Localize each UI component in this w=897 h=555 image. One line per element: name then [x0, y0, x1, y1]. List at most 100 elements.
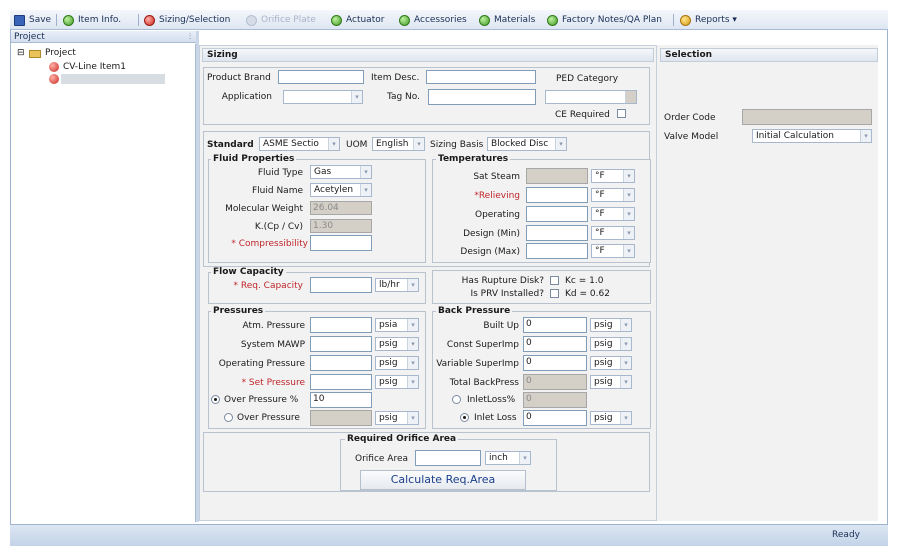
- orifice-area-label: Orifice Area: [355, 454, 409, 464]
- tree-collapse-icon[interactable]: ⊟: [17, 47, 25, 59]
- save-button[interactable]: Save: [14, 13, 51, 27]
- inlet-loss-unit-select[interactable]: psig ▾: [590, 411, 632, 425]
- orifice-plate-icon: [246, 14, 257, 26]
- operating-temp-field[interactable]: [526, 206, 588, 222]
- sizing-basis-label: Sizing Basis: [430, 140, 484, 150]
- capacity-unit-select[interactable]: lb/hr ▾: [375, 278, 419, 292]
- tree-line-item-1[interactable]: CV-Line Item1: [63, 61, 126, 73]
- folder-icon: [29, 50, 41, 58]
- built-up-unit-select[interactable]: psig ▾: [590, 318, 632, 332]
- pin-icon[interactable]: ⫶: [189, 31, 191, 43]
- dropdown-icon: ▾: [620, 357, 631, 369]
- item-info-button[interactable]: Item Info.: [63, 13, 121, 27]
- kc-value-label: Kc = 1.0: [565, 276, 604, 286]
- save-icon: [14, 14, 25, 26]
- operating-pressure-unit-select[interactable]: psig ▾: [375, 356, 419, 370]
- item-desc-field[interactable]: [426, 70, 536, 84]
- dropdown-icon: ▾: [407, 376, 418, 388]
- toolbar: Save Item Info. Sizing/Selection Orifice…: [10, 10, 888, 30]
- sizing-selection-icon: [144, 14, 155, 26]
- inlet-loss-pct-label: InletLoss%: [467, 395, 516, 405]
- ped-category-select[interactable]: [545, 90, 637, 104]
- accessories-icon: [399, 14, 410, 26]
- item-desc-label: Item Desc.: [371, 73, 420, 83]
- valve-model-label: Valve Model: [664, 132, 719, 142]
- tree-line-item-2-selected[interactable]: [61, 74, 165, 84]
- req-capacity-label: * Req. Capacity: [233, 281, 303, 291]
- application-select[interactable]: ▾: [283, 90, 363, 104]
- over-pressure-pct-radio[interactable]: [211, 395, 220, 404]
- calculate-req-area-button[interactable]: Calculate Req.Area: [360, 470, 526, 490]
- variable-superimp-unit-select[interactable]: psig ▾: [590, 356, 632, 370]
- sat-steam-unit-select[interactable]: °F ▾: [591, 169, 635, 183]
- prv-installed-checkbox[interactable]: [550, 289, 559, 298]
- over-pressure-radio[interactable]: [224, 413, 233, 422]
- factory-notes-button[interactable]: Factory Notes/QA Plan: [547, 13, 662, 27]
- design-max-label: Design (Max): [460, 247, 520, 257]
- temperatures-legend: Temperatures: [436, 154, 511, 164]
- ce-required-label: CE Required: [555, 110, 610, 120]
- actuator-button[interactable]: Actuator: [331, 13, 384, 27]
- inlet-loss-field[interactable]: 0: [523, 410, 587, 426]
- design-min-unit-select[interactable]: °F ▾: [591, 226, 635, 240]
- standard-select[interactable]: ASME Sectio ▾: [259, 137, 340, 151]
- atm-unit-select[interactable]: psia ▾: [375, 318, 419, 332]
- uom-select[interactable]: English ▾: [372, 137, 425, 151]
- sizing-basis-select[interactable]: Blocked Disc ▾: [487, 137, 567, 151]
- design-max-unit-select[interactable]: °F ▾: [591, 244, 635, 258]
- order-code-field: [742, 109, 872, 125]
- tag-no-field[interactable]: [428, 89, 536, 105]
- ce-required-checkbox[interactable]: [617, 109, 626, 118]
- dropdown-icon: ▾: [407, 319, 418, 331]
- operating-unit-select[interactable]: °F ▾: [591, 207, 635, 221]
- project-tree: ⊟ Project CV-Line Item1: [11, 44, 196, 522]
- design-max-field[interactable]: [526, 243, 588, 259]
- dropdown-icon: ▾: [623, 189, 634, 201]
- inlet-loss-radio[interactable]: [460, 413, 469, 422]
- orifice-unit-select[interactable]: inch ▾: [485, 451, 531, 465]
- reports-menu-button[interactable]: Reports ▾: [680, 13, 737, 27]
- dropdown-icon: ▾: [555, 138, 566, 150]
- orifice-area-field[interactable]: [415, 450, 481, 466]
- sizing-selection-button[interactable]: Sizing/Selection: [144, 13, 230, 27]
- system-mawp-field[interactable]: [310, 336, 372, 352]
- line-item-icon: [49, 62, 59, 72]
- variable-superimp-field[interactable]: 0: [523, 355, 587, 371]
- reports-icon: [680, 14, 691, 26]
- product-brand-field[interactable]: [278, 70, 364, 84]
- dropdown-icon: ▾: [360, 184, 371, 196]
- inlet-loss-pct-radio[interactable]: [452, 395, 461, 404]
- fluid-name-select[interactable]: Acetylen ▾: [310, 183, 372, 197]
- tree-project-root[interactable]: Project: [45, 47, 76, 59]
- design-min-field[interactable]: [526, 225, 588, 241]
- req-capacity-field[interactable]: [310, 277, 372, 293]
- over-pressure-unit-select[interactable]: psig ▾: [375, 411, 419, 425]
- compressibility-field[interactable]: [310, 235, 372, 251]
- standard-label: Standard: [207, 140, 254, 150]
- const-superimp-field[interactable]: 0: [523, 336, 587, 352]
- atm-pressure-field[interactable]: [310, 317, 372, 333]
- set-pressure-unit-select[interactable]: psig ▾: [375, 375, 419, 389]
- relieving-unit-select[interactable]: °F ▾: [591, 188, 635, 202]
- total-backpress-unit-select[interactable]: psig ▾: [590, 375, 632, 389]
- dropdown-icon: ▾: [620, 338, 631, 350]
- orifice-area-legend: Required Orifice Area: [345, 434, 459, 444]
- const-superimp-unit-select[interactable]: psig ▾: [590, 337, 632, 351]
- built-up-field[interactable]: 0: [523, 317, 587, 333]
- mawp-unit-select[interactable]: psig ▾: [375, 337, 419, 351]
- operating-pressure-field[interactable]: [310, 355, 372, 371]
- over-pressure-label: Over Pressure: [237, 413, 300, 423]
- rupture-disk-checkbox[interactable]: [550, 276, 559, 285]
- orifice-plate-button[interactable]: Orifice Plate: [246, 13, 316, 27]
- set-pressure-field[interactable]: [310, 374, 372, 390]
- accessories-button[interactable]: Accessories: [399, 13, 467, 27]
- sat-steam-label: Sat Steam: [473, 172, 520, 182]
- application-label: Application: [221, 92, 272, 102]
- fluid-name-label: Fluid Name: [251, 186, 303, 196]
- materials-button[interactable]: Materials: [479, 13, 535, 27]
- relieving-temp-field[interactable]: [526, 187, 588, 203]
- dropdown-icon: ▾: [328, 138, 339, 150]
- valve-model-select[interactable]: Initial Calculation ▾: [752, 129, 872, 143]
- fluid-type-select[interactable]: Gas ▾: [310, 165, 372, 179]
- over-pressure-pct-field[interactable]: 10: [310, 392, 372, 408]
